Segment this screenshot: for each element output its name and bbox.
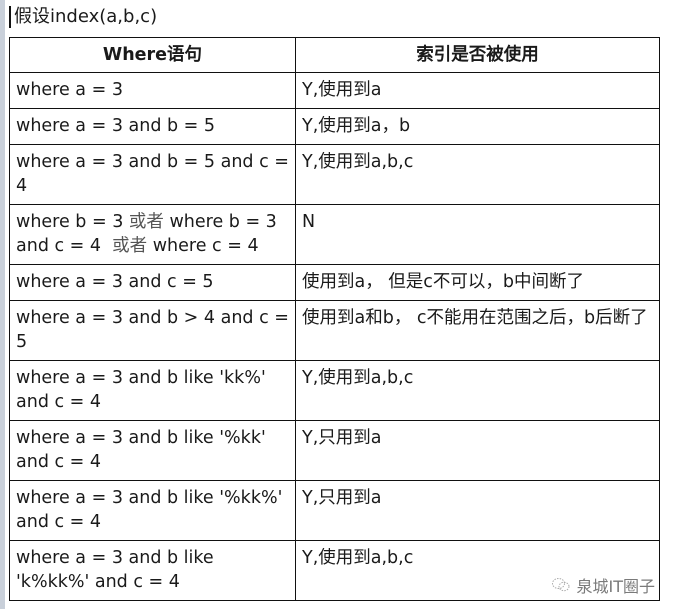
wechat-icon	[551, 578, 569, 592]
where-cell: where a = 3 and b like '%kk' and c = 4	[9, 420, 296, 481]
where-part: where b = 3	[16, 212, 129, 232]
where-cell: where a = 3 and b > 4 and c = 5	[9, 300, 296, 361]
watermark: 泉城IT圈子	[551, 573, 656, 597]
table-row: where a = 3 and b like '%kk' and c = 4 Y…	[9, 420, 660, 481]
where-cell: where a = 3 and b like 'kk%' and c = 4	[9, 360, 296, 421]
used-cell: Y,只用到a	[295, 480, 660, 541]
where-cell: where a = 3 and b like '%kk%' and c = 4	[9, 480, 296, 541]
header-index-used: 索引是否被使用	[295, 37, 660, 73]
where-cell: where a = 3 and b = 5 and c = 4	[9, 144, 296, 205]
table-row: where a = 3 and b > 4 and c = 5 使用到a和b， …	[9, 300, 660, 361]
table-row: where a = 3 and b like 'kk%' and c = 4 Y…	[9, 360, 660, 421]
table-row: where a = 3 and c = 5 使用到a， 但是c不可以，b中间断了	[9, 264, 660, 301]
used-cell: Y,使用到a	[295, 72, 660, 109]
or-word: 或者	[128, 212, 164, 232]
used-cell: Y,使用到a，b	[295, 108, 660, 145]
used-cell: 使用到a， 但是c不可以，b中间断了	[295, 264, 660, 301]
used-cell: Y,只用到a	[295, 420, 660, 481]
where-cell: where b = 3 或者 where b = 3 and c = 4 或者 …	[9, 204, 296, 265]
table-row: where a = 3 and b = 5 Y,使用到a，b	[9, 108, 660, 145]
table-row: where a = 3 and b = 5 and c = 4 Y,使用到a,b…	[9, 144, 660, 205]
where-cell: where a = 3 and c = 5	[9, 264, 296, 301]
used-cell: 使用到a和b， c不能用在范围之后，b后断了	[295, 300, 660, 361]
header-where: Where语句	[9, 37, 296, 73]
used-cell: Y,使用到a,b,c	[295, 360, 660, 421]
table-row: where a = 3 and b like '%kk%' and c = 4 …	[9, 480, 660, 541]
left-margin-bar	[0, 0, 5, 609]
used-cell: Y,使用到a,b,c	[295, 144, 660, 205]
caption: 假设index(a,b,c)	[14, 6, 158, 27]
table-row: where a = 3 Y,使用到a	[9, 72, 660, 109]
used-cell: N	[295, 204, 660, 265]
where-cell: where a = 3	[9, 72, 296, 109]
table-header-row: Where语句 索引是否被使用	[9, 37, 660, 73]
where-part: where c = 4	[147, 236, 259, 256]
or-word: 或者	[112, 236, 148, 256]
watermark-text: 泉城IT圈子	[576, 577, 656, 596]
where-cell: where a = 3 and b like 'k%kk%' and c = 4	[9, 540, 296, 601]
index-usage-table: Where语句 索引是否被使用 where a = 3 Y,使用到a where…	[9, 37, 660, 601]
table-row: where b = 3 或者 where b = 3 and c = 4 或者 …	[9, 204, 660, 265]
where-cell: where a = 3 and b = 5	[9, 108, 296, 145]
